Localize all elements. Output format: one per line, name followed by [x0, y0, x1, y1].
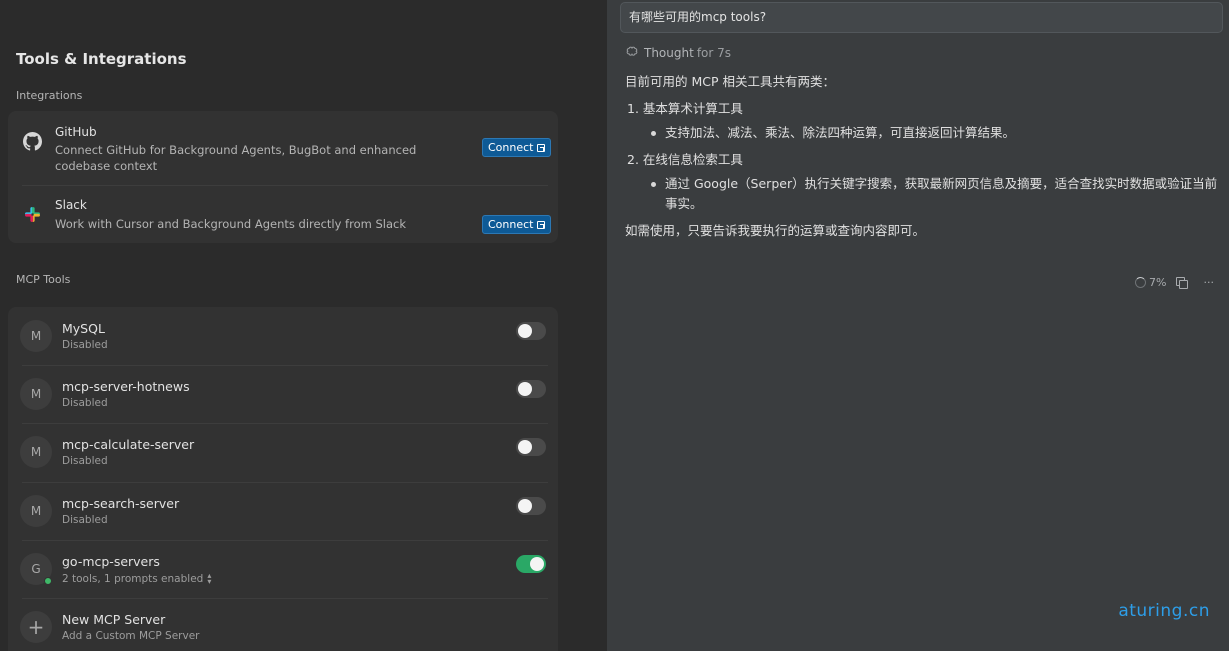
integration-github: GitHub Connect GitHub for Background Age… [8, 111, 558, 185]
toggle-knob [518, 499, 532, 513]
server-name: go-mcp-servers [62, 554, 160, 569]
integration-name: GitHub [55, 125, 97, 139]
mcp-server-row[interactable]: M mcp-search-server Disabled [8, 482, 558, 540]
plus-icon: + [20, 611, 52, 643]
thought-time: for 7s [696, 46, 732, 60]
new-server-sub: Add a Custom MCP Server [62, 630, 200, 642]
external-link-icon [537, 220, 546, 229]
context-usage-value: 7% [1149, 276, 1167, 289]
more-options-icon[interactable]: ··· [1203, 276, 1214, 289]
server-toggle[interactable] [516, 438, 546, 456]
thought-indicator[interactable]: Thought for 7s [626, 46, 731, 60]
user-query[interactable]: 有哪些可用的mcp tools? [620, 2, 1223, 33]
server-name: MySQL [62, 321, 105, 336]
page-title: Tools & Integrations [16, 50, 187, 68]
server-status: Disabled [62, 455, 108, 467]
answer-list-item: 1. 基本算术计算工具 [627, 101, 743, 116]
server-status-text: Disabled [62, 397, 108, 409]
new-mcp-server-row[interactable]: + New MCP Server Add a Custom MCP Server [8, 598, 558, 651]
avatar: M [20, 378, 52, 410]
connect-label: Connect [488, 218, 534, 231]
toggle-knob [518, 382, 532, 396]
integrations-label: Integrations [16, 89, 83, 102]
mcp-server-row[interactable]: M MySQL Disabled [8, 307, 558, 365]
avatar: M [20, 320, 52, 352]
assistant-answer: 目前可用的 MCP 相关工具共有两类： 1. 基本算术计算工具 支持加法、减法、… [625, 72, 1220, 248]
answer-bullet: 支持加法、减法、乘法、除法四种运算，可直接返回计算结果。 [625, 123, 1220, 143]
answer-bullet: 通过 Google（Serper）执行关键字搜索，获取最新网页信息及摘要，适合查… [625, 174, 1220, 214]
server-toggle[interactable] [516, 380, 546, 398]
avatar: M [20, 436, 52, 468]
mcp-server-row[interactable]: M mcp-calculate-server Disabled [8, 423, 558, 481]
server-status-text: Disabled [62, 514, 108, 526]
external-link-icon [537, 143, 546, 152]
server-toggle[interactable] [516, 555, 546, 573]
expand-collapse-icon[interactable]: ▴ ▾ [207, 572, 211, 586]
integration-description: Work with Cursor and Background Agents d… [55, 217, 407, 231]
answer-outro: 如需使用，只要告诉我要执行的运算或查询内容即可。 [625, 223, 926, 238]
toggle-knob [518, 440, 532, 454]
github-icon [22, 131, 42, 151]
mcp-tools-card: M MySQL Disabled M mcp-server-hotnews Di… [8, 307, 558, 651]
brain-icon [626, 46, 638, 60]
server-name: mcp-calculate-server [62, 437, 195, 452]
copy-icon[interactable] [1176, 277, 1189, 289]
integrations-card: GitHub Connect GitHub for Background Age… [8, 111, 558, 243]
server-status-text: Disabled [62, 455, 108, 467]
server-status: 2 tools, 1 prompts enabled ▴ ▾ [62, 572, 211, 586]
server-name: mcp-server-hotnews [62, 379, 190, 394]
thought-label: Thought [644, 46, 694, 60]
connect-label: Connect [488, 141, 534, 154]
mcp-server-row[interactable]: G go-mcp-servers 2 tools, 1 prompts enab… [8, 540, 558, 598]
context-usage[interactable]: 7% [1135, 276, 1166, 289]
toggle-knob [530, 557, 544, 571]
online-status-dot [44, 577, 52, 585]
integration-description: Connect GitHub for Background Agents, Bu… [55, 143, 417, 173]
answer-toolbar: 7% ··· [1135, 276, 1214, 289]
toggle-knob [518, 324, 532, 338]
server-status: Disabled [62, 514, 108, 526]
server-status: Disabled [62, 339, 108, 351]
watermark: aturing.cn [1118, 601, 1210, 621]
chat-panel: 有哪些可用的mcp tools? Thought for 7s 目前可用的 MC… [607, 0, 1229, 651]
new-server-name: New MCP Server [62, 612, 166, 627]
server-status-text: 2 tools, 1 prompts enabled [62, 573, 204, 585]
mcp-server-row[interactable]: M mcp-server-hotnews Disabled [8, 365, 558, 423]
progress-ring-icon [1135, 277, 1146, 288]
integration-name: Slack [55, 198, 87, 212]
server-name: mcp-search-server [62, 496, 180, 511]
avatar: M [20, 495, 52, 527]
new-server-sub-text: Add a Custom MCP Server [62, 630, 200, 642]
answer-list-item: 2. 在线信息检索工具 [627, 152, 743, 167]
server-toggle[interactable] [516, 322, 546, 340]
integration-slack: Slack Work with Cursor and Background Ag… [8, 186, 558, 243]
server-status-text: Disabled [62, 339, 108, 351]
connect-slack-button[interactable]: Connect [482, 215, 552, 234]
server-toggle[interactable] [516, 497, 546, 515]
answer-intro: 目前可用的 MCP 相关工具共有两类： [625, 74, 835, 89]
settings-panel: Tools & Integrations Integrations GitHub… [0, 0, 607, 651]
mcp-tools-label: MCP Tools [16, 273, 71, 286]
connect-github-button[interactable]: Connect [482, 138, 552, 157]
server-status: Disabled [62, 397, 108, 409]
slack-icon [22, 204, 42, 224]
